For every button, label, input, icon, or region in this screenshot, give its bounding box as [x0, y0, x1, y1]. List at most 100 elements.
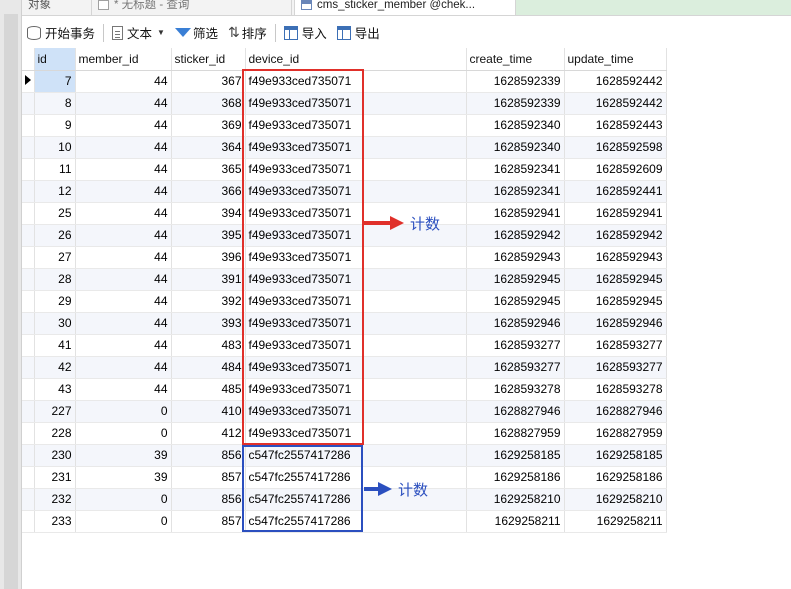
cell-update-time[interactable]: 1628592942 [564, 224, 667, 247]
column-header-update-time[interactable]: update_time [564, 48, 667, 71]
begin-transaction-button[interactable]: 开始事务 [22, 22, 100, 44]
chevron-down-icon[interactable]: ▼ [157, 28, 165, 37]
cell-update-time[interactable]: 1628592442 [564, 92, 667, 115]
cell-id[interactable]: 30 [34, 312, 76, 335]
cell-id[interactable]: 228 [34, 422, 76, 445]
cell-member-id[interactable]: 44 [75, 246, 172, 269]
cell-sticker-id[interactable]: 365 [171, 158, 246, 181]
cell-id[interactable]: 7 [34, 70, 76, 93]
cell-device-id[interactable]: f49e933ced735071 [245, 180, 467, 203]
column-header-id[interactable]: id [34, 48, 76, 71]
tab-objects[interactable]: 对象 [22, 0, 92, 15]
row-marker[interactable] [22, 180, 35, 203]
row-marker[interactable] [22, 224, 35, 247]
cell-create-time[interactable]: 1628592340 [466, 114, 565, 137]
cell-device-id[interactable]: c547fc2557417286 [245, 488, 467, 511]
cell-update-time[interactable]: 1628827959 [564, 422, 667, 445]
cell-sticker-id[interactable]: 483 [171, 334, 246, 357]
cell-id[interactable]: 41 [34, 334, 76, 357]
cell-member-id[interactable]: 0 [75, 510, 172, 533]
cell-id[interactable]: 26 [34, 224, 76, 247]
cell-sticker-id[interactable]: 393 [171, 312, 246, 335]
table-row[interactable]: 29 44 392 f49e933ced735071 1628592945 1628592… [22, 290, 667, 313]
cell-member-id[interactable]: 44 [75, 92, 172, 115]
cell-member-id[interactable]: 44 [75, 202, 172, 225]
row-marker[interactable] [22, 92, 35, 115]
cell-sticker-id[interactable]: 485 [171, 378, 246, 401]
cell-create-time[interactable]: 1628592945 [466, 290, 565, 313]
cell-create-time[interactable]: 1628592339 [466, 92, 565, 115]
cell-create-time[interactable]: 1629258210 [466, 488, 565, 511]
column-header-device-id[interactable]: device_id [245, 48, 467, 71]
cell-member-id[interactable]: 44 [75, 158, 172, 181]
cell-sticker-id[interactable]: 395 [171, 224, 246, 247]
cell-sticker-id[interactable]: 396 [171, 246, 246, 269]
cell-create-time[interactable]: 1628592942 [466, 224, 565, 247]
cell-update-time[interactable]: 1629258211 [564, 510, 667, 533]
cell-create-time[interactable]: 1628593277 [466, 334, 565, 357]
table-row[interactable]: 30 44 393 f49e933ced735071 1628592946 1628592… [22, 312, 667, 335]
cell-device-id[interactable]: c547fc2557417286 [245, 510, 467, 533]
export-button[interactable]: 导出 [332, 22, 385, 44]
column-header-member-id[interactable]: member_id [75, 48, 172, 71]
table-row[interactable]: 9 44 369 f49e933ced735071 1628592340 16285924… [22, 114, 667, 137]
cell-create-time[interactable]: 1629258185 [466, 444, 565, 467]
cell-sticker-id[interactable]: 484 [171, 356, 246, 379]
cell-device-id[interactable]: f49e933ced735071 [245, 400, 467, 423]
cell-update-time[interactable]: 1628593277 [564, 356, 667, 379]
table-row[interactable]: 42 44 484 f49e933ced735071 1628593277 1628593… [22, 356, 667, 379]
tab-empty[interactable] [516, 0, 791, 15]
row-marker[interactable] [22, 312, 35, 335]
cell-device-id[interactable]: f49e933ced735071 [245, 378, 467, 401]
cell-create-time[interactable]: 1628593277 [466, 356, 565, 379]
cell-member-id[interactable]: 39 [75, 466, 172, 489]
cell-member-id[interactable]: 44 [75, 334, 172, 357]
cell-create-time[interactable]: 1629258211 [466, 510, 565, 533]
cell-device-id[interactable]: c547fc2557417286 [245, 466, 467, 489]
cell-id[interactable]: 233 [34, 510, 76, 533]
cell-sticker-id[interactable]: 369 [171, 114, 246, 137]
cell-update-time[interactable]: 1628592943 [564, 246, 667, 269]
cell-id[interactable]: 8 [34, 92, 76, 115]
cell-device-id[interactable]: f49e933ced735071 [245, 334, 467, 357]
cell-update-time[interactable]: 1628592441 [564, 180, 667, 203]
table-row[interactable]: 25 44 394 f49e933ced735071 1628592941 1628592… [22, 202, 667, 225]
cell-member-id[interactable]: 44 [75, 180, 172, 203]
cell-member-id[interactable]: 44 [75, 70, 172, 93]
cell-create-time[interactable]: 1628593278 [466, 378, 565, 401]
table-row[interactable]: 27 44 396 f49e933ced735071 1628592943 1628592… [22, 246, 667, 269]
table-row[interactable]: 228 0 412 f49e933ced735071 1628827959 1628827… [22, 422, 667, 445]
cell-sticker-id[interactable]: 857 [171, 510, 246, 533]
cell-create-time[interactable]: 1628827959 [466, 422, 565, 445]
cell-sticker-id[interactable]: 856 [171, 444, 246, 467]
cell-sticker-id[interactable]: 410 [171, 400, 246, 423]
table-row[interactable]: 231 39 857 c547fc2557417286 1629258186 162925… [22, 466, 667, 489]
row-marker[interactable] [22, 114, 35, 137]
row-marker[interactable] [22, 136, 35, 159]
cell-sticker-id[interactable]: 856 [171, 488, 246, 511]
cell-update-time[interactable]: 1629258210 [564, 488, 667, 511]
row-marker[interactable] [22, 444, 35, 467]
row-marker[interactable] [22, 422, 35, 445]
cell-update-time[interactable]: 1628592945 [564, 268, 667, 291]
cell-sticker-id[interactable]: 368 [171, 92, 246, 115]
table-row[interactable]: 233 0 857 c547fc2557417286 1629258211 1629258… [22, 510, 667, 533]
table-row[interactable]: 12 44 366 f49e933ced735071 1628592341 1628592… [22, 180, 667, 203]
cell-sticker-id[interactable]: 364 [171, 136, 246, 159]
cell-update-time[interactable]: 1629258185 [564, 444, 667, 467]
sort-button[interactable]: ⇅ 排序 [223, 22, 272, 44]
table-row[interactable]: 11 44 365 f49e933ced735071 1628592341 1628592… [22, 158, 667, 181]
table-row[interactable]: 26 44 395 f49e933ced735071 1628592942 1628592… [22, 224, 667, 247]
left-panel-scrollbar[interactable] [4, 14, 18, 589]
row-marker[interactable] [22, 356, 35, 379]
cell-create-time[interactable]: 1628827946 [466, 400, 565, 423]
cell-update-time[interactable]: 1629258186 [564, 466, 667, 489]
cell-create-time[interactable]: 1628592946 [466, 312, 565, 335]
cell-id[interactable]: 9 [34, 114, 76, 137]
table-row[interactable]: 230 39 856 c547fc2557417286 1629258185 162925… [22, 444, 667, 467]
cell-id[interactable]: 25 [34, 202, 76, 225]
cell-member-id[interactable]: 44 [75, 268, 172, 291]
cell-member-id[interactable]: 44 [75, 312, 172, 335]
cell-device-id[interactable]: f49e933ced735071 [245, 268, 467, 291]
row-marker[interactable] [22, 70, 35, 93]
